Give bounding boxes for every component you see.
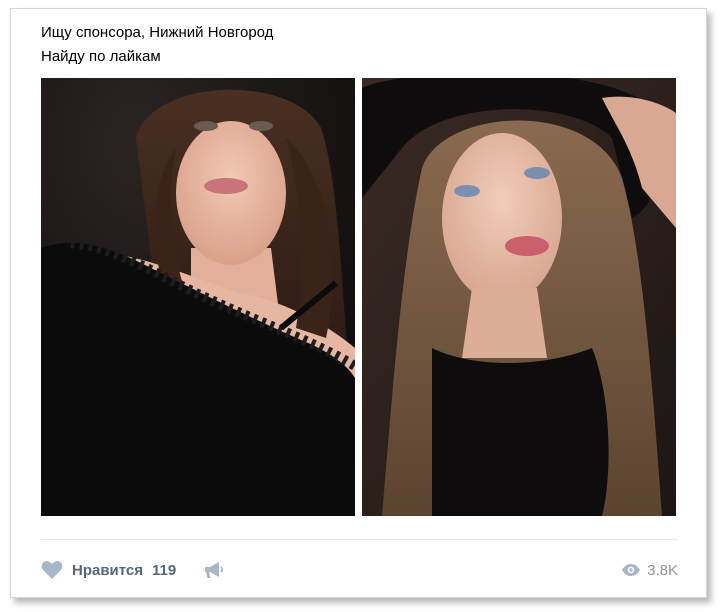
heart-icon — [41, 561, 63, 579]
views-counter: 3.8K — [621, 557, 678, 583]
left-photo[interactable] — [41, 78, 355, 516]
right-photo[interactable] — [362, 78, 676, 516]
like-count: 119 — [152, 561, 177, 579]
post-text-line-1: Ищу спонсора, Нижний Новгород — [41, 24, 274, 41]
like-label: Нравится — [72, 561, 144, 579]
views-count: 3.8K — [647, 561, 678, 579]
post-text: Ищу спонсора, Нижний Новгород Найду по л… — [41, 21, 681, 69]
eye-icon — [622, 564, 641, 576]
right-photo-image — [362, 78, 676, 516]
actions-divider — [41, 539, 678, 540]
left-photo-image — [41, 78, 355, 516]
like-button[interactable]: Нравится 119 — [41, 557, 176, 583]
post-actions-bar: Нравится 119 3.8K — [41, 557, 681, 583]
post-card: Ищу спонсора, Нижний Новгород Найду по л… — [10, 8, 707, 598]
megaphone-icon — [205, 562, 224, 578]
share-button[interactable] — [203, 559, 225, 581]
post-text-line-2: Найду по лайкам — [41, 48, 161, 65]
